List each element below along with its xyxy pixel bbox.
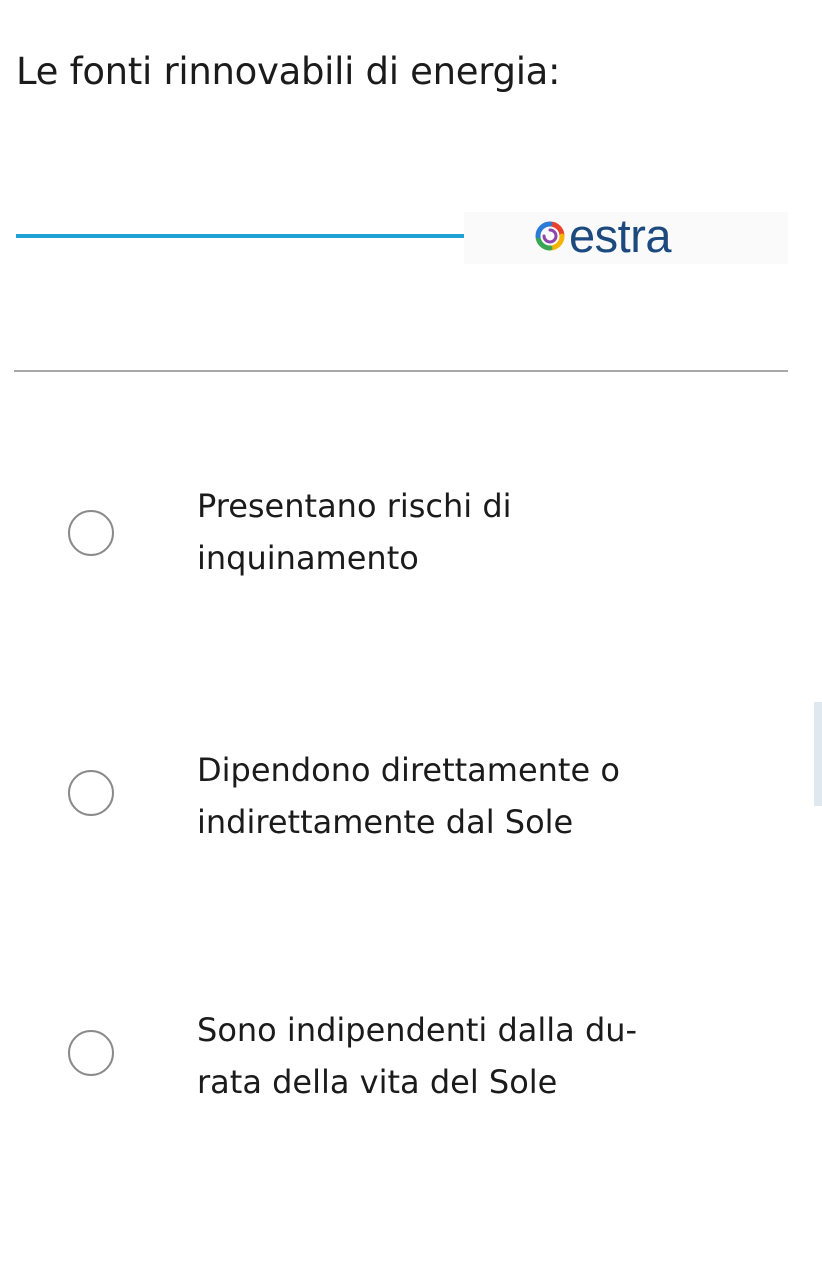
estra-swirl-icon [535,221,565,251]
answer-option-label: Dipendono direttamente o indirettamente … [197,751,620,841]
answer-option-1[interactable]: Presentano rischi di inquinamento [0,480,822,600]
answer-option-label: Presentano rischi di inquinamento [197,487,512,577]
answer-option-label: Sono indipendenti dalla du- rata della v… [197,1011,638,1101]
question-text: Le fonti rinnovabili di energia: [16,50,561,93]
brand-accent-line [16,234,464,238]
radio-button[interactable] [68,510,114,556]
answer-option-3[interactable]: Sono indipendenti dalla du- rata della v… [0,1004,822,1124]
answer-option-2[interactable]: Dipendono direttamente o indirettamente … [0,744,822,864]
estra-logo: estra [535,208,672,264]
radio-button[interactable] [68,1030,114,1076]
divider [14,370,788,372]
radio-button[interactable] [68,770,114,816]
logo-wordmark: estra [569,209,672,262]
scrollbar-edge[interactable] [814,702,822,806]
